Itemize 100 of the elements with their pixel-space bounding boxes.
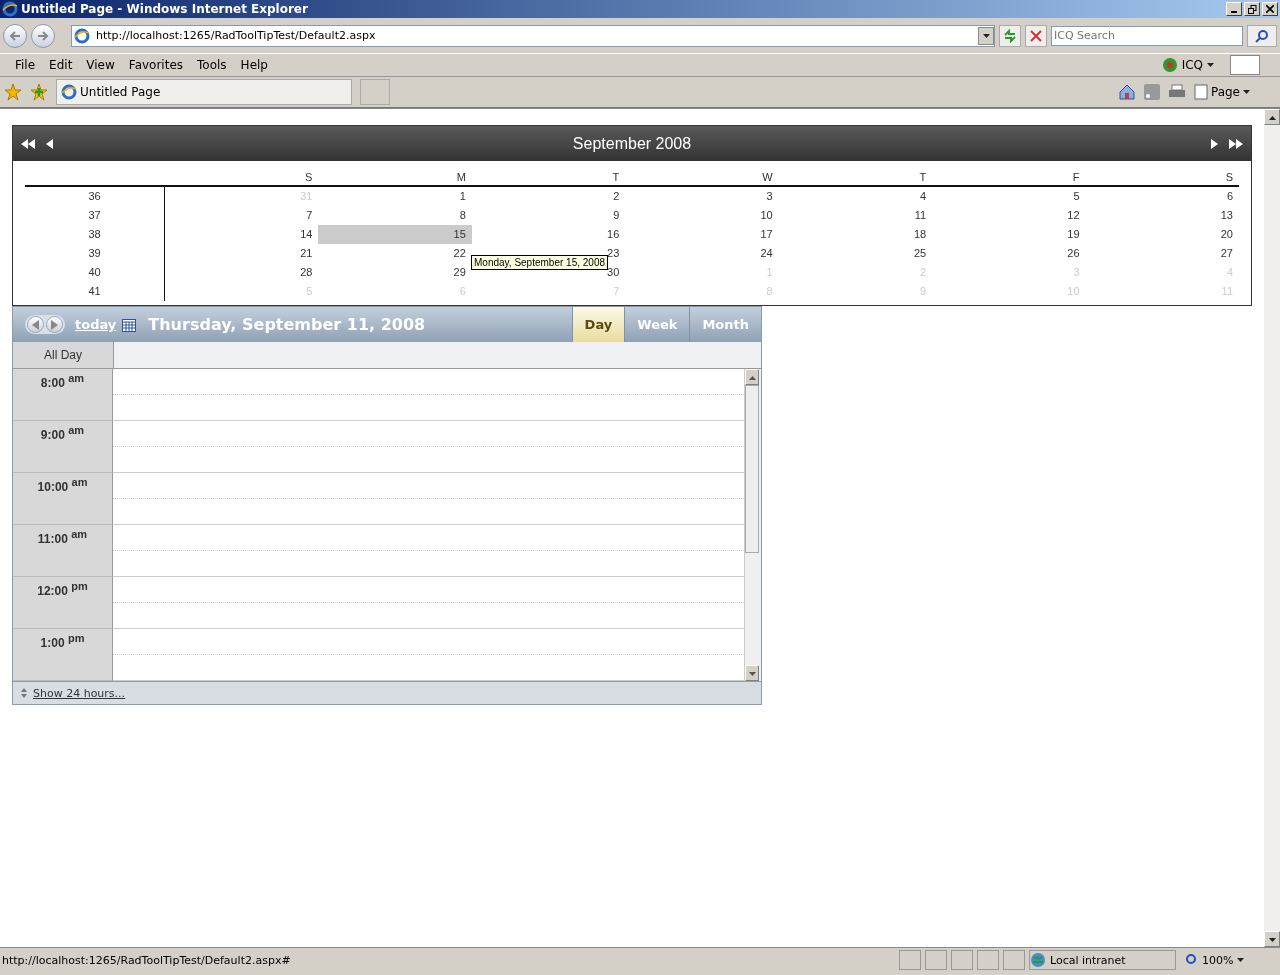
calendar-day[interactable]: 5 [932,187,1086,206]
menu-item[interactable]: Favorites [121,58,191,72]
forward-button[interactable] [31,23,55,48]
favorites-star-icon[interactable] [4,83,22,101]
calendar-day[interactable]: 24 [625,244,779,263]
search-field[interactable]: ICQ Search [1051,25,1243,46]
close-button[interactable] [1262,2,1278,16]
calendar-title: September 2008 [571,134,693,153]
status-text: http://localhost:1265/RadToolTipTest/Default2.aspx# [1,953,292,967]
week-number: 36 [25,187,165,206]
next-day-button[interactable] [46,316,63,333]
calendar-day[interactable]: 27 [1085,244,1239,263]
calendar-day[interactable]: 10 [625,206,779,225]
scroll-thumb[interactable] [745,385,759,553]
view-tab[interactable]: Day [571,307,625,342]
weekday-header: T [778,167,933,187]
next-icon[interactable] [1210,138,1219,149]
previous-day-button[interactable] [27,316,44,333]
calendar-day[interactable]: 18 [778,225,933,244]
calendar-day[interactable]: 13 [1085,206,1239,225]
page-icon [1193,84,1208,100]
status-pane [951,950,973,970]
scroll-down-button[interactable] [745,665,759,681]
flower-icon [1161,57,1178,73]
down-arrow-icon [1268,937,1276,942]
menu-item[interactable]: Tools [190,58,234,72]
calendar-day[interactable]: 28 [165,263,319,282]
weekday-header: S [1085,167,1239,187]
calendar-day[interactable]: 21 [165,244,319,263]
calendar-day[interactable]: 15 [318,225,472,244]
calendar-day[interactable]: 2 [471,187,626,206]
calendar-day[interactable]: 17 [625,225,779,244]
show-24-hours-link[interactable]: Show 24 hours... [33,686,126,700]
calendar-day[interactable]: 4 [778,187,933,206]
back-arrow-icon [9,29,21,42]
refresh-button[interactable] [999,24,1021,47]
fast-previous-icon[interactable] [21,138,35,149]
menu-item[interactable]: View [79,58,122,72]
calendar-day[interactable]: 29 [318,263,472,282]
scroll-up-button[interactable] [1264,109,1280,125]
search-button[interactable] [1247,24,1277,47]
calendar-day[interactable]: 20 [1085,225,1239,244]
weekday-header: F [932,167,1086,187]
calendar-day[interactable]: 11 [778,206,933,225]
restore-button[interactable] [1244,2,1260,16]
minimize-button[interactable] [1226,2,1242,16]
menu-item[interactable]: File [8,58,43,72]
calendar-day[interactable]: 22 [318,244,472,263]
caret-icon [982,34,990,38]
calendar-day[interactable]: 3 [625,187,779,206]
printer-icon[interactable] [1167,84,1186,100]
calendar-day[interactable]: 12 [932,206,1086,225]
caret-icon [1237,958,1245,962]
weekday-header: T [471,167,626,187]
fast-next-icon[interactable] [1229,138,1243,149]
scroll-down-button[interactable] [1264,931,1280,947]
scrollbar[interactable] [744,369,761,681]
weekday-header: W [625,167,779,187]
calendar-day[interactable]: 26 [932,244,1086,263]
zone-label: Local intranet [1050,953,1126,967]
browser-icon [2,1,18,17]
calendar-day[interactable]: 16 [471,225,626,244]
expand-icon [21,688,27,698]
all-day-label: All Day [13,342,114,368]
dropdown-button[interactable] [978,26,994,45]
stop-icon [1030,29,1042,42]
browser-tab[interactable]: Untitled Page [56,79,352,105]
page-icon [74,27,90,44]
status-pane [899,950,921,970]
scheduler-date: Thursday, September 11, 2008 [148,315,427,334]
toolbar-field[interactable] [1230,55,1260,75]
globe-icon [1030,952,1046,968]
calendar-day[interactable]: 1 [318,187,472,206]
page-menu-button[interactable]: Page [1193,84,1250,100]
calendar-day[interactable]: 6 [1085,187,1239,206]
zoom-button[interactable]: 100% [1180,952,1260,968]
calendar-day[interactable]: 19 [932,225,1086,244]
close-icon [1266,5,1274,13]
stop-button[interactable] [1025,24,1047,47]
address-field[interactable]: http://localhost:1265/RadToolTipTest/Default2.aspx [71,24,995,47]
caret-icon [1207,63,1214,67]
refresh-icon [1003,28,1017,43]
calendar-day[interactable]: 8 [318,206,472,225]
add-favorite-icon[interactable] [30,83,48,101]
feed-icon[interactable] [1143,84,1160,100]
home-icon[interactable] [1117,83,1136,101]
calendar-icon[interactable] [122,317,137,332]
calendar-day[interactable]: 9 [471,206,626,225]
back-button[interactable] [3,23,27,48]
previous-icon[interactable] [45,138,54,149]
calendar-day[interactable]: 14 [165,225,319,244]
page-scrollbar[interactable] [1264,109,1280,947]
scroll-up-button[interactable] [745,369,759,385]
all-day-cell[interactable] [114,342,761,368]
menu-item[interactable]: Help [233,58,275,72]
menu-item[interactable]: Edit [42,58,80,72]
calendar-day[interactable]: 7 [165,206,319,225]
icq-button[interactable]: ICQ [1155,56,1220,74]
weekday-header: M [318,167,472,187]
calendar-day[interactable]: 25 [778,244,933,263]
